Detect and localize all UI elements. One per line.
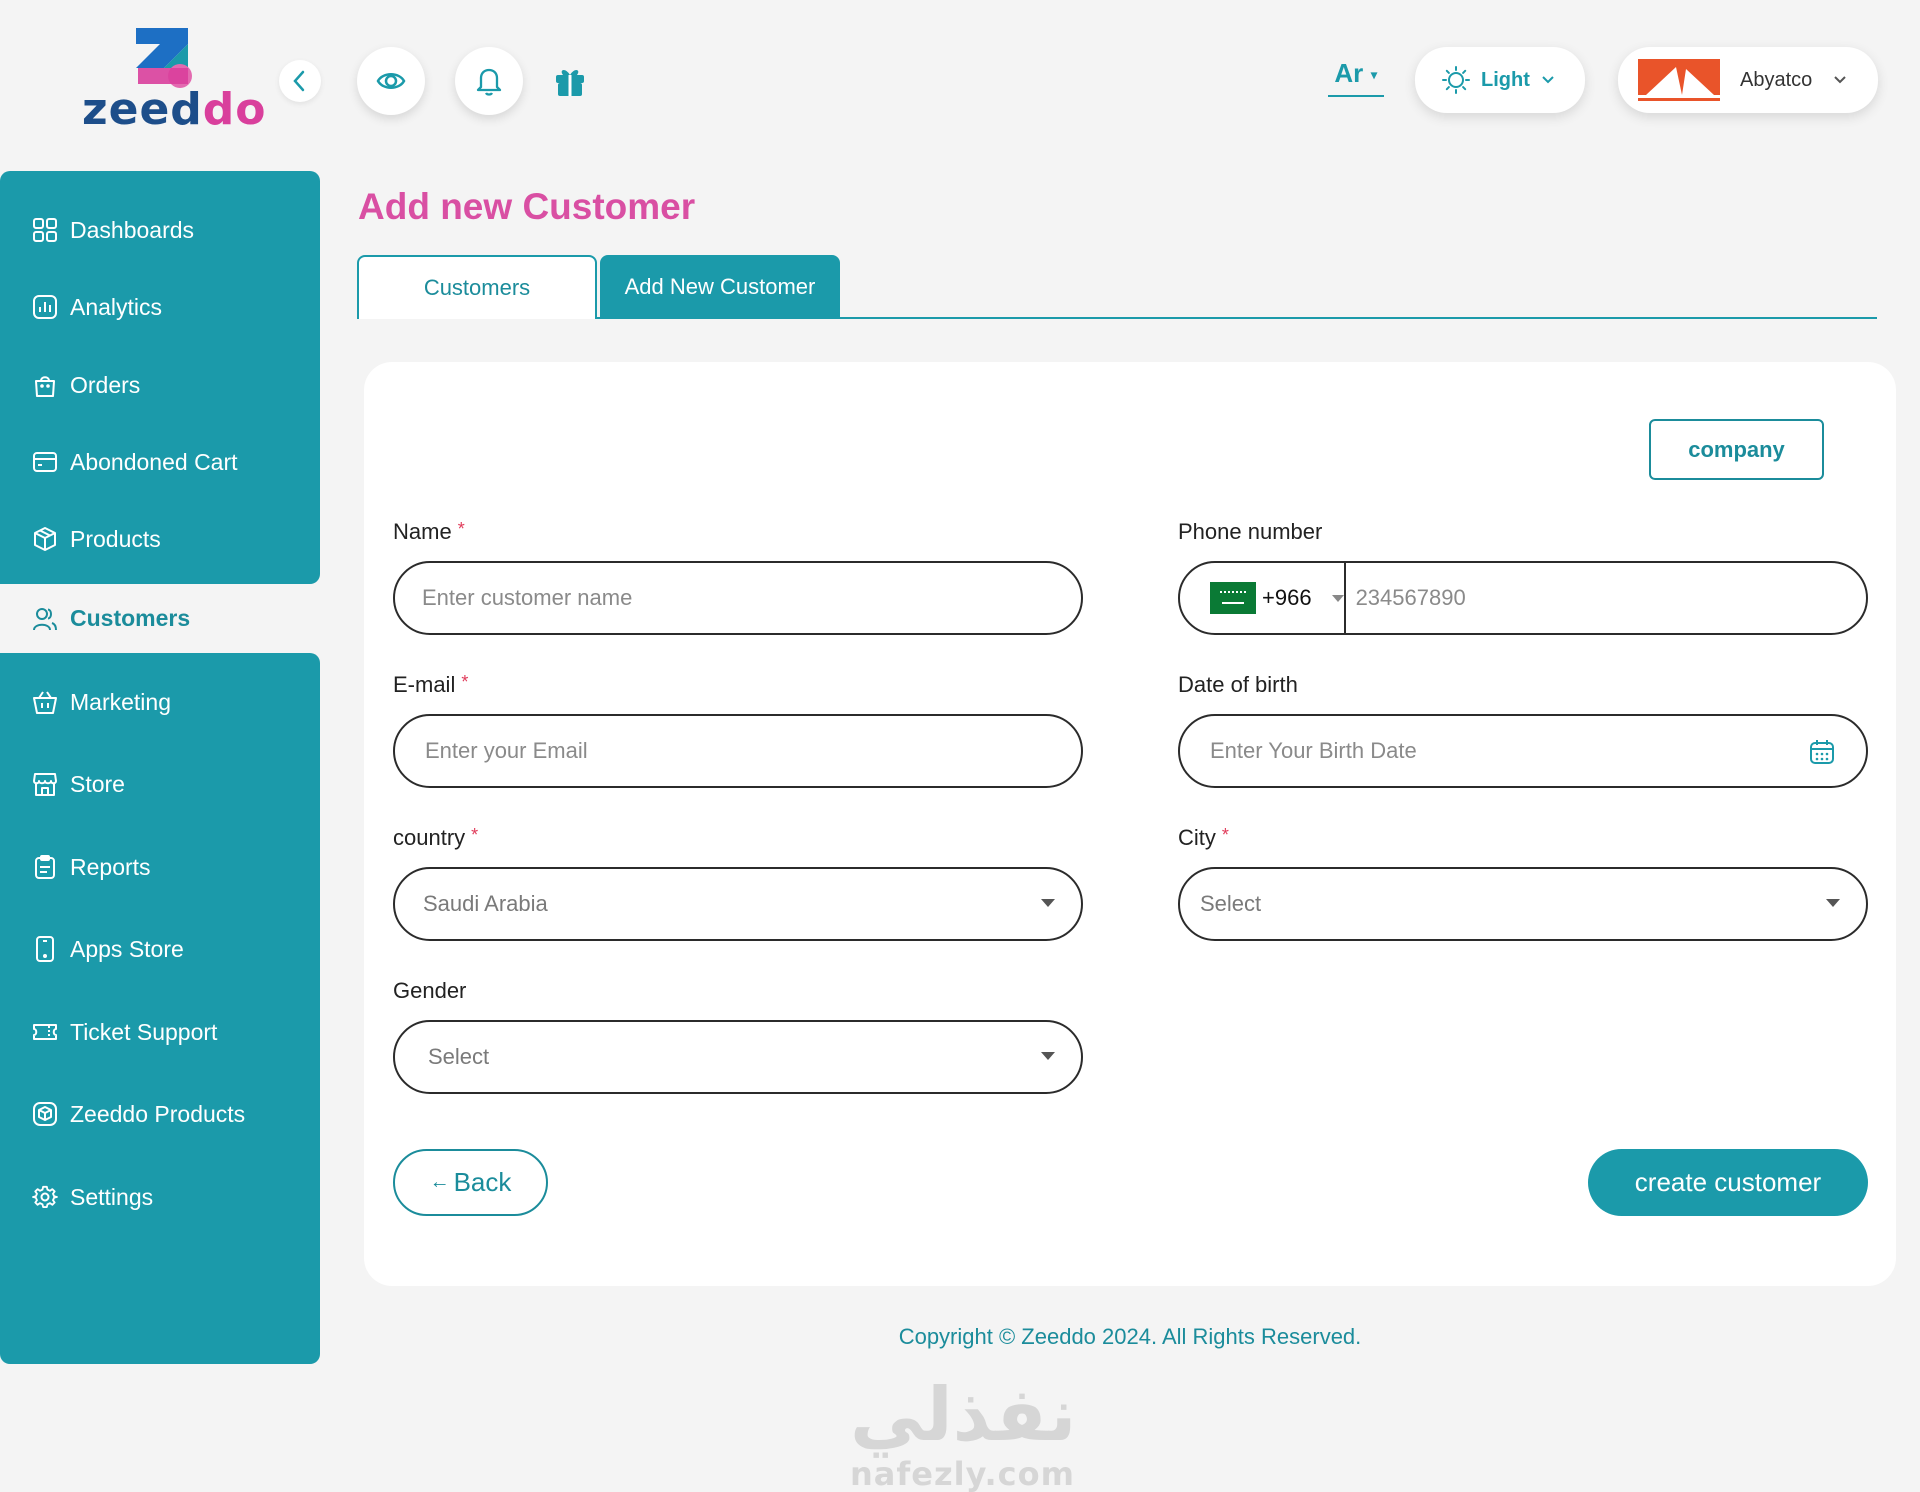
gender-select[interactable]: Select [393,1020,1083,1094]
sidebar-item-store[interactable]: Store [32,766,125,802]
store-icon [33,773,57,796]
tab-customers[interactable]: Customers [357,255,597,319]
collapse-sidebar-button[interactable] [279,60,321,102]
brand-wordmark: zeeddo [82,84,267,135]
watermark-arabic: نفذلي [850,1372,1077,1458]
sidebar-item-products[interactable]: Products [32,521,161,557]
company-button[interactable]: company [1649,419,1824,480]
caret-down-icon [1041,1052,1055,1060]
phone-icon [36,936,54,962]
caret-down-icon [1331,594,1344,602]
phone-input[interactable] [1345,585,1866,611]
cart-card-icon [33,452,57,472]
gear-icon [32,1185,58,1209]
notifications-button[interactable] [455,47,523,115]
sidebar-item-analytics[interactable]: Analytics [32,289,162,325]
tab-add-new-customer[interactable]: Add New Customer [600,255,840,319]
brand-logo[interactable]: zeeddo [78,24,266,135]
sidebar-item-zeeddo-products[interactable]: Zeeddo Products [32,1096,245,1132]
name-label: Name * [393,519,465,544]
sidebar-item-apps-store[interactable]: Apps Store [32,931,184,967]
caret-down-icon [1041,899,1055,907]
bell-icon [476,68,502,96]
form-card [364,362,1896,1286]
dob-input[interactable] [1210,738,1796,764]
create-customer-button[interactable]: create customer [1588,1149,1868,1216]
phone-field[interactable]: +966 [1178,561,1868,635]
sidebar-item-marketing[interactable]: Marketing [32,684,171,720]
page-title: Add new Customer [358,186,696,227]
country-label: country * [393,825,479,850]
sidebar-item-settings[interactable]: Settings [32,1179,153,1215]
theme-switcher[interactable]: Light [1415,47,1585,113]
sidebar-item-customers[interactable]: Customers [5,584,320,653]
clipboard-icon [35,855,55,879]
city-label: City * [1178,825,1229,850]
watermark: نفذلي nafezly.com [850,1372,1077,1492]
email-label: E-mail * [393,672,469,697]
sidebar-item-dashboards[interactable]: Dashboards [32,212,194,248]
dob-field[interactable] [1178,714,1868,788]
box-icon [34,527,56,551]
chevron-down-icon [1542,76,1554,84]
name-field[interactable] [393,561,1083,635]
sidebar-item-abandoned-cart[interactable]: Abondoned Cart [32,444,238,480]
chevron-left-icon [293,70,305,92]
caret-down-icon [1826,899,1840,907]
email-input[interactable] [425,738,1081,764]
analytics-icon [33,295,57,319]
back-button[interactable]: ← Back [393,1149,548,1216]
gift-icon [556,70,584,96]
language-switcher[interactable]: Ar ▾ [1328,58,1384,97]
saudi-flag-icon [1210,582,1256,614]
caret-down-icon: ▾ [1370,66,1378,83]
sidebar-bottom-section [0,653,320,1364]
dob-label: Date of birth [1178,672,1298,697]
users-icon [33,607,57,630]
country-code-select[interactable]: +966 [1180,563,1346,633]
bag-icon [35,376,55,397]
arrow-left-icon: ← [429,1171,450,1193]
email-field[interactable] [393,714,1083,788]
cube-icon [33,1102,57,1126]
calendar-icon[interactable] [1808,738,1836,766]
gift-button[interactable] [551,62,589,100]
account-name: Abyatco [1740,68,1813,91]
account-switcher[interactable]: Abyatco [1618,47,1878,113]
preview-store-button[interactable] [357,47,425,115]
country-select[interactable]: Saudi Arabia [393,867,1083,941]
watermark-latin: nafezly.com [850,1455,1075,1492]
city-select[interactable]: Select [1178,867,1868,941]
sidebar-item-orders[interactable]: Orders [32,367,140,403]
sidebar-item-reports[interactable]: Reports [32,849,151,885]
gender-label: Gender [393,978,467,1003]
theme-label: Light [1481,68,1530,91]
ticket-icon [33,1024,57,1040]
name-input[interactable] [422,585,1081,611]
eye-icon [376,73,406,89]
phone-label: Phone number [1178,519,1323,544]
chevron-down-icon [1834,76,1846,84]
copyright-text: Copyright © Zeeddo 2024. All Rights Rese… [898,1324,1362,1349]
basket-icon [33,691,57,714]
sun-icon [1442,66,1470,94]
sidebar-item-ticket-support[interactable]: Ticket Support [32,1014,217,1050]
account-logo [1638,59,1720,101]
grid-icon [33,218,57,242]
